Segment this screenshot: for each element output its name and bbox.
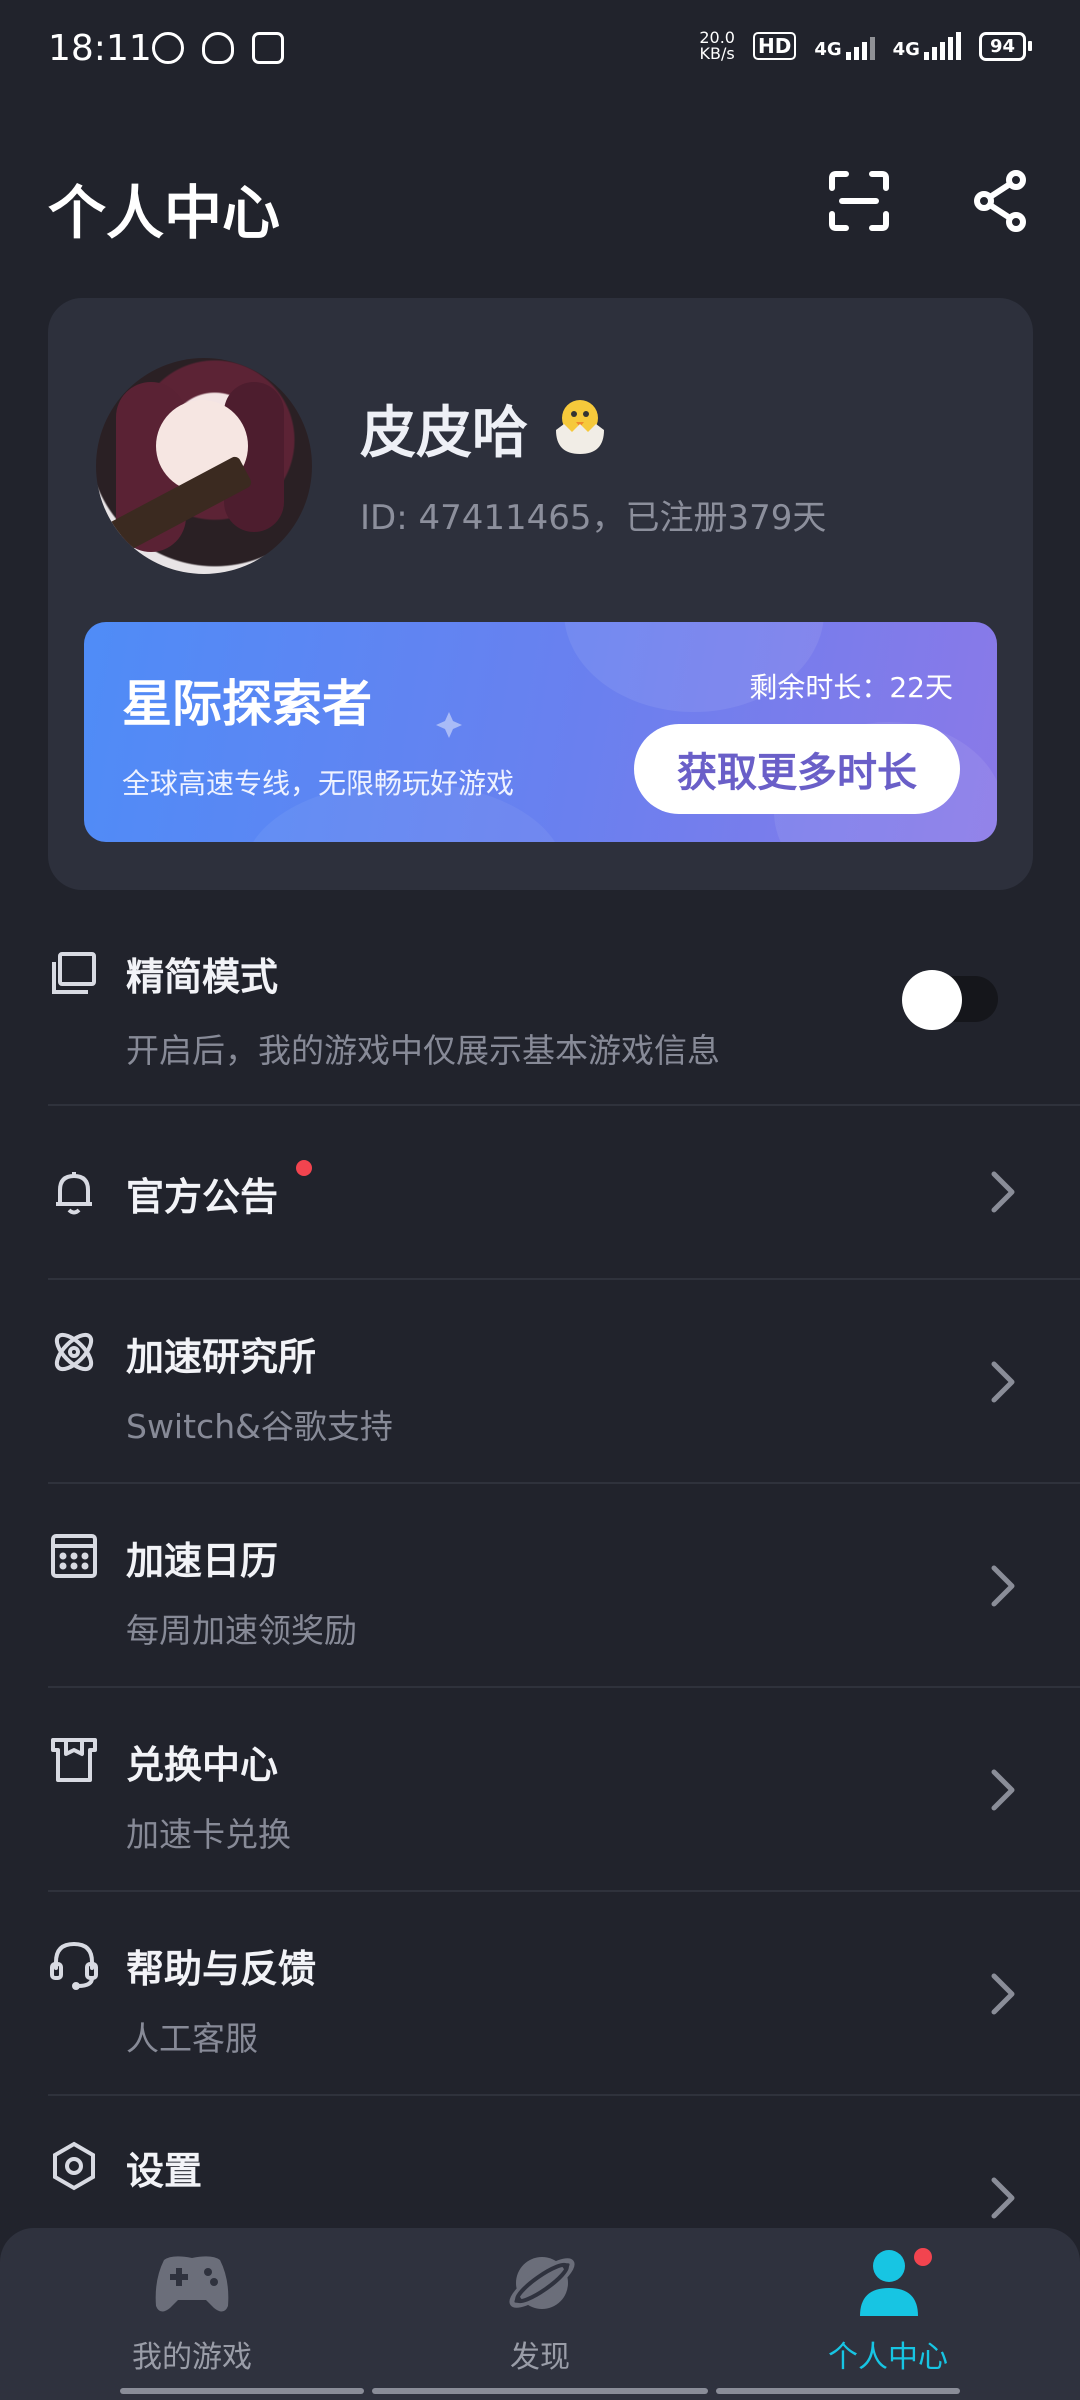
nav-label: 发现: [510, 2340, 570, 2375]
gift-box-icon: [51, 1738, 97, 1782]
membership-tier: 星际探索者: [122, 675, 372, 733]
menu-item-title: 帮助与反馈: [126, 1947, 317, 1991]
settings-icon: [53, 2141, 95, 2191]
chevron-right-icon: [991, 2177, 1015, 2219]
menu-item-redeem-center[interactable]: [0, 1688, 1080, 1890]
menu-item-subtitle: 人工客服: [126, 2019, 258, 2058]
calendar-icon: [51, 1534, 97, 1578]
membership-description: 全球高速专线，无限畅玩好游戏: [122, 767, 515, 800]
signal-bars-icon: [923, 32, 961, 60]
status-time: 18:11: [48, 28, 152, 69]
nav-indicator: [716, 2388, 960, 2394]
planet-icon: [509, 2257, 575, 2309]
scan-button[interactable]: [824, 166, 894, 236]
tv-app-icon: [152, 32, 184, 64]
remaining-time: 剩余时长：22天: [749, 671, 953, 704]
chevron-right-icon: [991, 1973, 1015, 2015]
sparkle-icon: [436, 712, 462, 738]
chevron-right-icon: [991, 1361, 1015, 1403]
menu-item-subtitle: 每周加速领奖励: [126, 1611, 357, 1650]
chevron-right-icon: [991, 1171, 1015, 1213]
menu-item-acceleration-lab[interactable]: [0, 1280, 1080, 1482]
chevron-right-icon: [991, 1769, 1015, 1811]
share-button[interactable]: [966, 166, 1036, 236]
get-more-time-button[interactable]: 获取更多时长: [634, 724, 960, 814]
qq-icon: [202, 32, 234, 64]
battery-icon: 94: [978, 31, 1032, 61]
battery-level: 94: [978, 31, 1026, 61]
menu-item-title: 加速日历: [126, 1539, 279, 1583]
menu-item-acceleration-calendar[interactable]: [0, 1484, 1080, 1686]
hd-voice-icon: HD: [752, 32, 797, 60]
scan-icon: [829, 171, 889, 231]
chick-emoji-icon: [548, 394, 612, 458]
nav-profile[interactable]: 个人中心: [758, 2240, 1018, 2380]
user-id-text: ID: 47411465，已注册379天: [360, 498, 827, 538]
share-icon: [974, 170, 1026, 232]
toggle-knob: [902, 970, 962, 1030]
person-icon: [860, 2250, 918, 2316]
gamepad-icon: [155, 2256, 229, 2312]
menu-item-title: 加速研究所: [126, 1335, 317, 1379]
status-right-icons: 20.0 KB/s HD 4G 4G 94: [699, 30, 1032, 62]
menu-item-title: 兑换中心: [126, 1743, 279, 1787]
headset-icon: [50, 1941, 98, 1990]
signal-sim1: 4G: [814, 32, 875, 60]
username: 皮皮哈: [360, 401, 528, 466]
menu-item-title: 精简模式: [126, 955, 279, 999]
status-notification-icons: [152, 32, 284, 64]
menu-item-title: 设置: [126, 2149, 203, 2193]
nav-indicator: [372, 2388, 708, 2394]
nav-my-games[interactable]: 我的游戏: [62, 2240, 322, 2380]
menu-item-subtitle: 加速卡兑换: [126, 1815, 291, 1854]
nav-discover[interactable]: 发现: [410, 2240, 670, 2380]
menu-item-title: 官方公告: [126, 1175, 279, 1219]
avatar[interactable]: [96, 358, 312, 574]
chevron-right-icon: [991, 1565, 1015, 1607]
signal-sim2: 4G: [893, 32, 961, 60]
nav-indicator: [120, 2388, 364, 2394]
page-title: 个人中心: [48, 179, 281, 247]
profile-badge: [914, 2248, 932, 2266]
unread-badge: [296, 1160, 312, 1176]
compact-mode-icon: [52, 952, 96, 994]
sim1-type: 4G: [814, 39, 842, 60]
membership-banner[interactable]: 星际探索者 全球高速专线，无限畅玩好游戏 剩余时长：22天 获取更多时长: [84, 622, 997, 842]
menu-item-help-feedback[interactable]: [0, 1892, 1080, 2094]
notice-app-icon: [252, 32, 284, 64]
net-speed: 20.0 KB/s: [699, 30, 735, 62]
signal-bars-icon: [845, 32, 875, 60]
nav-label: 我的游戏: [132, 2340, 252, 2375]
menu-item-subtitle: Switch&谷歌支持: [126, 1407, 393, 1446]
sim2-type: 4G: [892, 39, 920, 60]
bell-icon: [56, 1172, 92, 1215]
net-speed-unit: KB/s: [699, 44, 735, 63]
menu-item-subtitle: 开启后，我的游戏中仅展示基本游戏信息: [126, 1031, 720, 1070]
atom-icon: [54, 1332, 94, 1372]
nav-label: 个人中心: [828, 2340, 948, 2375]
